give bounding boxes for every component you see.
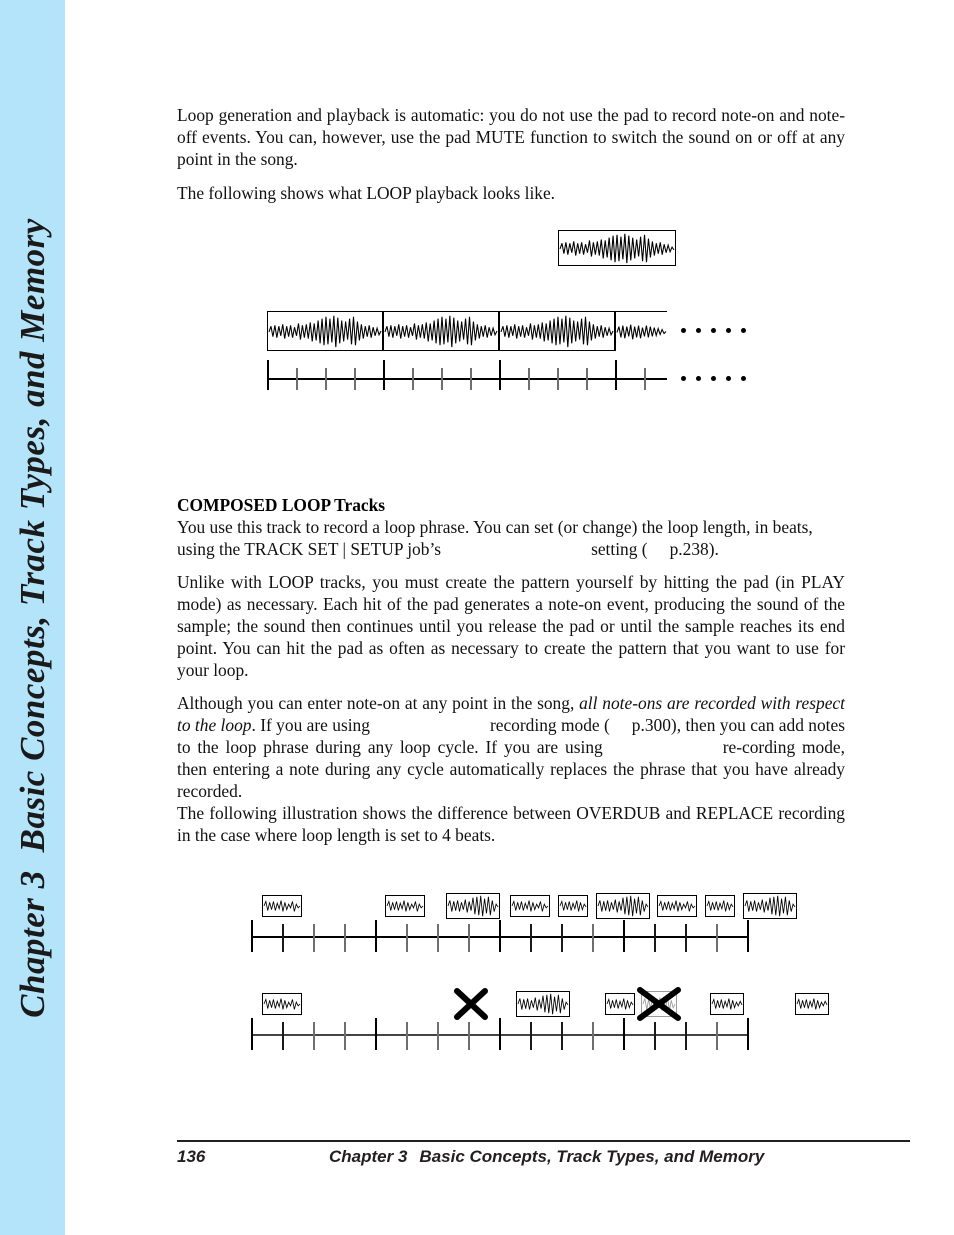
chapter-side-tab-number: Chapter 3 bbox=[12, 869, 52, 1018]
replace-note-box bbox=[605, 993, 635, 1015]
replace-beat-tick bbox=[561, 1022, 563, 1050]
page-footer: 136 Chapter 3 Basic Concepts, Track Types… bbox=[177, 1147, 910, 1177]
replace-beat-tick bbox=[592, 1022, 594, 1050]
replace-beat-tick bbox=[716, 1022, 718, 1050]
chapter-side-tab-title: Basic Concepts, Track Types, and Memory bbox=[12, 217, 52, 852]
replace-beat-tick bbox=[406, 1022, 408, 1050]
figure-replace-timeline bbox=[65, 0, 954, 1120]
replace-deleted-note-x-icon bbox=[454, 988, 488, 1020]
replace-beat-tick bbox=[654, 1022, 656, 1050]
note-waveform-icon bbox=[711, 998, 743, 1010]
chapter-side-tab: Chapter 3 Basic Concepts, Track Types, an… bbox=[0, 0, 65, 1235]
replace-bar-tick bbox=[623, 1018, 625, 1050]
replace-note-box bbox=[516, 991, 570, 1017]
replace-crossed-note-x-icon bbox=[637, 987, 681, 1021]
footer-chapter-number: Chapter 3 bbox=[329, 1147, 408, 1166]
footer-chapter-label: Chapter 3 Basic Concepts, Track Types, an… bbox=[329, 1147, 764, 1167]
note-waveform-icon bbox=[263, 998, 301, 1010]
chapter-side-tab-text: Chapter 3 Basic Concepts, Track Types, an… bbox=[13, 218, 53, 1018]
replace-note-box bbox=[710, 993, 744, 1015]
replace-bar-tick bbox=[251, 1018, 253, 1050]
replace-beat-tick bbox=[685, 1022, 687, 1050]
replace-bar-tick bbox=[375, 1018, 377, 1050]
footer-page-number: 136 bbox=[177, 1147, 206, 1166]
note-waveform-icon bbox=[517, 993, 569, 1015]
replace-beat-tick bbox=[437, 1022, 439, 1050]
replace-bar-tick bbox=[747, 1018, 749, 1050]
note-waveform-icon bbox=[796, 998, 828, 1010]
replace-beat-tick bbox=[344, 1022, 346, 1050]
replace-bar-tick bbox=[499, 1018, 501, 1050]
replace-beat-tick bbox=[468, 1022, 470, 1050]
replace-note-box bbox=[795, 993, 829, 1015]
page-content: Loop generation and playback is automati… bbox=[65, 0, 954, 1235]
footer-chapter-title: Basic Concepts, Track Types, and Memory bbox=[419, 1147, 765, 1166]
replace-note-box bbox=[262, 993, 302, 1015]
replace-beat-tick bbox=[530, 1022, 532, 1050]
replace-beat-tick bbox=[313, 1022, 315, 1050]
footer-divider bbox=[177, 1140, 910, 1142]
note-waveform-icon bbox=[606, 998, 634, 1010]
replace-beat-tick bbox=[282, 1022, 284, 1050]
